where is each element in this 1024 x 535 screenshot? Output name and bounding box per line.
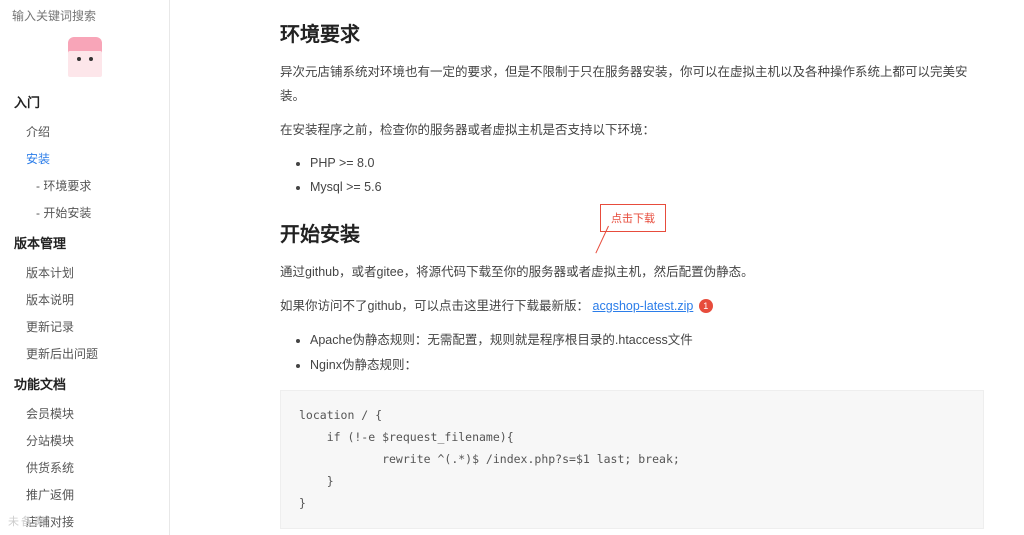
env-p1: 异次元店铺系统对环境也有一定的要求，但是不限制于只在服务器安装，你可以在虚拟主机… xyxy=(280,61,984,109)
code-nginx[interactable]: location / { if (!-e $request_filename){… xyxy=(280,390,984,529)
sidebar: 入门 介绍 安装 - 环境要求 - 开始安装 版本管理 版本计划 版本说明 更新… xyxy=(0,0,170,535)
main-content: 环境要求 异次元店铺系统对环境也有一定的要求，但是不限制于只在服务器安装，你可以… xyxy=(170,0,1024,535)
download-badge-icon: 1 xyxy=(699,299,713,313)
req-mysql: Mysql >= 5.6 xyxy=(310,176,984,200)
nav-sub-env[interactable]: - 环境要求 xyxy=(0,172,169,199)
install-p2: 如果你访问不了github，可以点击这里进行下载最新版： acgshop-lat… xyxy=(280,295,984,319)
nav-item-intro[interactable]: 介绍 xyxy=(0,118,169,145)
env-p2: 在安装程序之前，检查你的服务器或者虚拟主机是否支持以下环境： xyxy=(280,119,984,143)
note-apache: Apache伪静态规则：无需配置，规则就是程序根目录的.htaccess文件 xyxy=(310,328,984,353)
install-p2-text: 如果你访问不了github，可以点击这里进行下载最新版： xyxy=(280,299,589,313)
rewrite-notes: Apache伪静态规则：无需配置，规则就是程序根目录的.htaccess文件 N… xyxy=(280,328,984,378)
nav-item-member[interactable]: 会员模块 xyxy=(0,400,169,427)
nav-item-rebate[interactable]: 推广返佣 xyxy=(0,481,169,508)
note-nginx: Nginx伪静态规则： xyxy=(310,353,984,378)
nav-item-install[interactable]: 安装 xyxy=(0,145,169,172)
nav-item-issues[interactable]: 更新后出问题 xyxy=(0,340,169,367)
nav-item-log[interactable]: 更新记录 xyxy=(0,313,169,340)
download-link[interactable]: acgshop-latest.zip xyxy=(593,299,694,313)
nav-section-docs: 功能文档 xyxy=(0,367,169,400)
download-callout: 点击下载 xyxy=(600,204,666,232)
req-php: PHP >= 8.0 xyxy=(310,152,984,176)
nav-item-plan[interactable]: 版本计划 xyxy=(0,259,169,286)
search-input[interactable] xyxy=(12,9,157,23)
logo-row xyxy=(0,31,169,81)
nav-item-branch[interactable]: 分站模块 xyxy=(0,427,169,454)
nav-item-supply[interactable]: 供货系统 xyxy=(0,454,169,481)
logo-icon xyxy=(68,37,102,71)
nav-section-intro: 入门 xyxy=(0,85,169,118)
nav-section-version: 版本管理 xyxy=(0,226,169,259)
install-p1: 通过github，或者gitee，将源代码下载至你的服务器或者虚拟主机，然后配置… xyxy=(280,261,984,285)
nav-item-notes[interactable]: 版本说明 xyxy=(0,286,169,313)
search-row xyxy=(0,0,169,31)
nav-sub-start[interactable]: - 开始安装 xyxy=(0,199,169,226)
heading-env: 环境要求 xyxy=(280,18,984,47)
env-req-list: PHP >= 8.0 Mysql >= 5.6 xyxy=(280,152,984,200)
sidebar-nav: 入门 介绍 安装 - 环境要求 - 开始安装 版本管理 版本计划 版本说明 更新… xyxy=(0,81,169,535)
footer-watermark: 未备案 ... xyxy=(8,513,67,529)
